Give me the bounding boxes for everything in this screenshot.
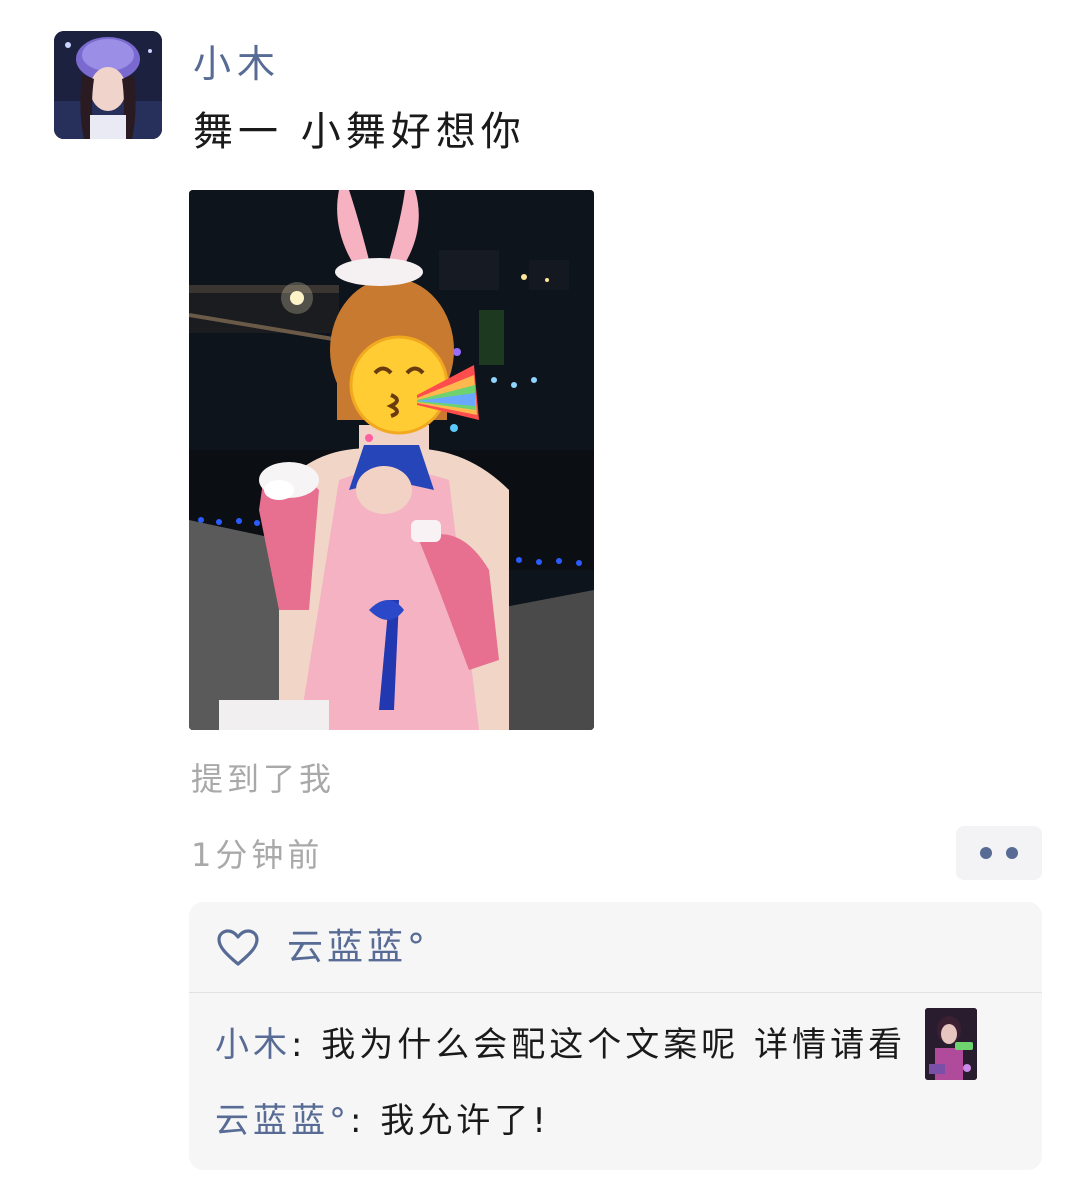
post-username[interactable]: 小木 <box>193 40 281 88</box>
comment-separator: : <box>350 1101 366 1141</box>
panel-divider <box>189 992 1042 993</box>
likes-comments-panel: 云蓝蓝° 小木: 我为什么会配这个文案呢 详情请看 云蓝蓝°: 我允许了! <box>189 902 1042 1170</box>
moments-post: 小木 舞一 小舞好想你 提到了我 1分钟前 云蓝蓝° 小木: 我为什么会配这个文… <box>0 0 1080 1191</box>
comment-text: 我为什么会配这个文案呢 详情请看 <box>306 1025 907 1065</box>
likes-row: 云蓝蓝° <box>189 902 1042 992</box>
user-avatar[interactable] <box>54 31 162 139</box>
comment-author[interactable]: 云蓝蓝° <box>215 1101 350 1141</box>
heart-outline-icon <box>217 929 259 966</box>
liker-name[interactable]: 云蓝蓝° <box>287 922 429 974</box>
comment-text: 我允许了! <box>365 1101 550 1141</box>
comment-separator: : <box>291 1025 307 1065</box>
post-photo[interactable] <box>189 190 594 730</box>
comment-author[interactable]: 小木 <box>215 1025 291 1065</box>
comment-item[interactable]: 云蓝蓝°: 我允许了! <box>215 1096 550 1146</box>
post-timestamp: 1分钟前 <box>191 836 324 874</box>
comment-image-thumbnail[interactable] <box>925 1008 977 1080</box>
dot-icon <box>980 847 992 859</box>
more-actions-button[interactable] <box>956 826 1042 880</box>
mention-label: 提到了我 <box>191 760 336 798</box>
comment-item[interactable]: 小木: 我为什么会配这个文案呢 详情请看 <box>215 1020 906 1070</box>
dot-icon <box>1006 847 1018 859</box>
post-text: 舞一 小舞好想你 <box>193 109 526 155</box>
